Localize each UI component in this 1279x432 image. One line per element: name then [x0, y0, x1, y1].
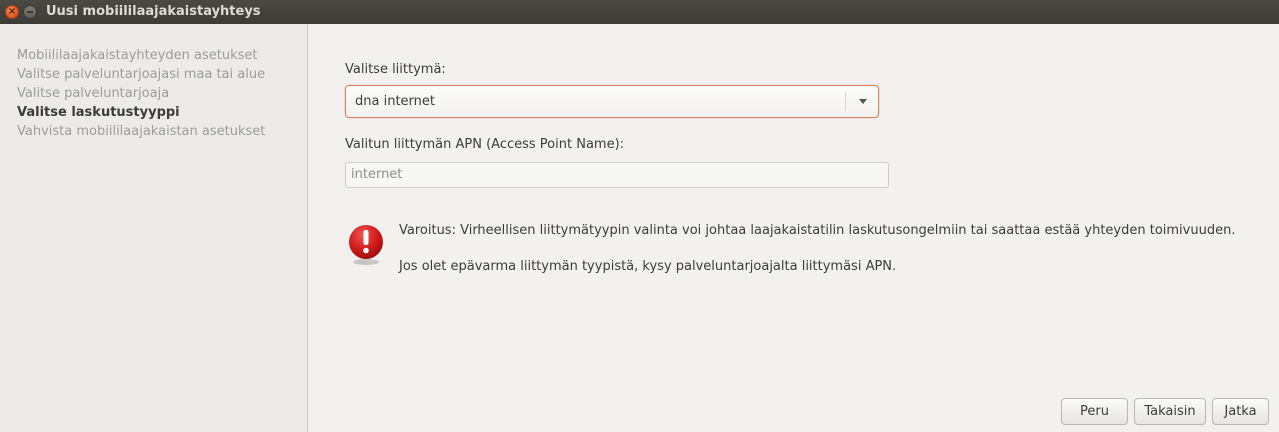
wizard-steps-sidebar: Mobiililaajakaistayhteyden asetukset Val…	[0, 24, 308, 432]
window-close-button[interactable]: ×	[5, 5, 19, 19]
plan-dropdown[interactable]: dna internet	[345, 85, 879, 118]
apn-field-value: internet	[351, 167, 403, 182]
warning-text: Varoitus: Virheellisen liittymätyypin va…	[399, 223, 1236, 238]
step-item: Valitse palveluntarjoaja	[17, 86, 170, 101]
step-item: Vahvista mobiililaajakaistan asetukset	[17, 124, 266, 139]
dropdown-separator	[845, 92, 846, 111]
chevron-down-icon	[859, 99, 867, 104]
step-item: Mobiililaajakaistayhteyden asetukset	[17, 48, 258, 63]
warning-hint-text: Jos olet epävarma liittymän tyypistä, ky…	[399, 259, 897, 274]
close-icon: ×	[7, 6, 17, 17]
warning-icon	[349, 225, 383, 265]
next-button[interactable]: Jatka	[1212, 398, 1269, 425]
back-button[interactable]: Takaisin	[1134, 398, 1206, 425]
minimize-icon	[27, 11, 33, 13]
window-titlebar: × Uusi mobiililaajakaistayhteys	[0, 0, 1279, 24]
apn-field: internet	[345, 162, 889, 188]
plan-dropdown-value: dna internet	[355, 94, 435, 109]
step-item: Valitse palveluntarjoajasi maa tai alue	[17, 67, 266, 82]
step-item-current: Valitse laskutustyyppi	[17, 105, 180, 120]
plan-label: Valitse liittymä:	[345, 62, 446, 77]
cancel-button[interactable]: Peru	[1061, 398, 1128, 425]
window-title: Uusi mobiililaajakaistayhteys	[46, 4, 261, 19]
apn-label: Valitun liittymän APN (Access Point Name…	[345, 137, 625, 152]
window-minimize-button[interactable]	[23, 5, 37, 19]
main-panel: Valitse liittymä: dna internet Valitun l…	[309, 24, 1279, 432]
